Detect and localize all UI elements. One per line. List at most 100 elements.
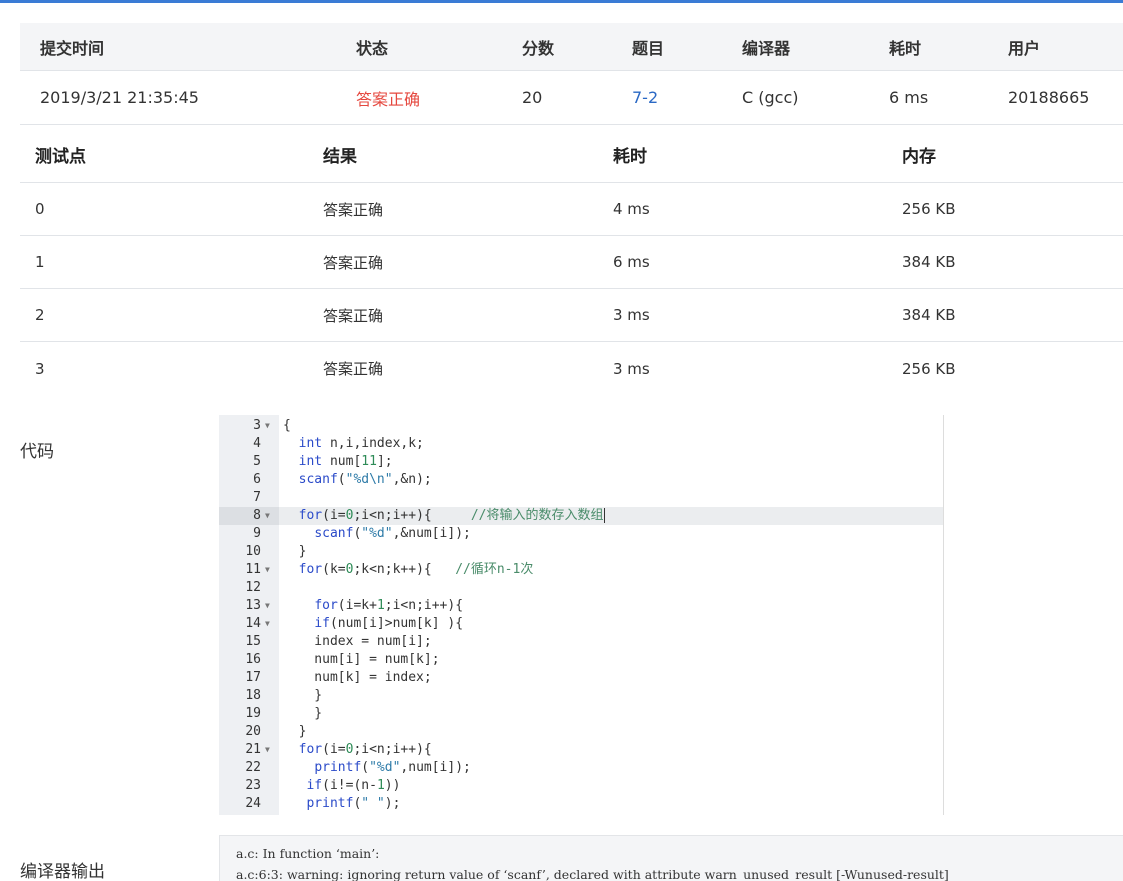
code-line[interactable]: 5 int num[11]; — [219, 453, 943, 471]
line-number: 7 — [253, 490, 261, 505]
code-text: { — [283, 418, 291, 433]
testcase-time: 3 ms — [613, 306, 650, 324]
code-label: 代码 — [20, 442, 54, 462]
code-text: if(i!=(n-1)) — [306, 778, 401, 793]
code-line[interactable]: 17 num[k] = index; — [219, 669, 943, 687]
submission-row: 2019/3/21 21:35:45 答案正确 20 7-2 C (gcc) 6… — [20, 71, 1123, 125]
code-text: scanf("%d\n",&n); — [298, 472, 432, 487]
testcase-memory: 384 KB — [902, 253, 956, 271]
code-line[interactable]: 16 num[i] = num[k]; — [219, 651, 943, 669]
compiler-value: C (gcc) — [742, 88, 799, 107]
fold-toggle-icon[interactable]: ▼ — [265, 741, 275, 759]
code-text: if(num[i]>num[k] ){ — [314, 616, 464, 631]
line-number: 17 — [245, 670, 261, 685]
submission-table: 提交时间 状态 分数 题目 编译器 耗时 用户 2019/3/21 21:35:… — [20, 23, 1123, 125]
code-line[interactable]: 15 index = num[i]; — [219, 633, 943, 651]
testcase-time: 6 ms — [613, 253, 650, 271]
code-text: } — [283, 724, 307, 739]
code-line[interactable]: 6 scanf("%d\n",&n); — [219, 471, 943, 489]
header-problem: 题目 — [632, 38, 665, 58]
header-submit-time: 提交时间 — [40, 38, 105, 58]
code-line[interactable]: 20 } — [219, 723, 943, 741]
line-number: 4 — [253, 436, 261, 451]
header-user: 用户 — [1008, 38, 1041, 58]
line-number: 22 — [245, 760, 261, 775]
code-line[interactable]: 7 — [219, 489, 943, 507]
code-line[interactable]: 3 ▼{ — [219, 417, 943, 435]
problem-link[interactable]: 7-2 — [632, 71, 658, 124]
text-cursor — [603, 508, 605, 523]
code-line[interactable]: 12 — [219, 579, 943, 597]
code-line[interactable]: 22 printf("%d",num[i]); — [219, 759, 943, 777]
code-text: index = num[i]; — [283, 634, 432, 649]
code-editor[interactable]: 3 ▼{4 int n,i,index,k; 5 int num[11]; 6 sca… — [219, 415, 944, 815]
code-line[interactable]: 4 int n,i,index,k; — [219, 435, 943, 453]
testcase-result: 答案正确 — [323, 200, 384, 219]
line-number: 20 — [245, 724, 261, 739]
code-text: scanf("%d",&num[i]); — [314, 526, 471, 541]
code-text: for(k=0;k<n;k++){ //循环n-1次 — [298, 562, 534, 577]
table-row: 0 答案正确 4 ms 256 KB — [20, 183, 1123, 236]
time-cost-value: 6 ms — [889, 88, 929, 107]
testcase-result: 答案正确 — [323, 306, 384, 325]
code-line[interactable]: 11 ▼ for(k=0;k<n;k++){ //循环n-1次 — [219, 561, 943, 579]
testcase-result: 答案正确 — [323, 253, 384, 272]
fold-toggle-icon[interactable]: ▼ — [265, 561, 275, 579]
code-line[interactable]: 19 } — [219, 705, 943, 723]
testcase-memory: 384 KB — [902, 306, 956, 324]
code-text: } — [283, 706, 323, 721]
header-time-cost: 耗时 — [889, 38, 922, 58]
testcase-id: 3 — [35, 359, 45, 378]
score-value: 20 — [522, 88, 543, 107]
code-line[interactable]: 18 } — [219, 687, 943, 705]
code-line[interactable]: 23 if(i!=(n-1)) — [219, 777, 943, 795]
fold-toggle-icon[interactable]: ▼ — [265, 417, 275, 435]
testcase-memory: 256 KB — [902, 200, 956, 218]
code-line[interactable]: 13 ▼ for(i=k+1;i<n;i++){ — [219, 597, 943, 615]
header-compiler: 编译器 — [742, 38, 791, 58]
code-text: for(i=k+1;i<n;i++){ — [314, 598, 464, 613]
table-row: 1 答案正确 6 ms 384 KB — [20, 236, 1123, 289]
code-text: for(i=0;i<n;i++){ — [298, 742, 432, 757]
top-accent-bar — [0, 0, 1123, 3]
line-number: 16 — [245, 652, 261, 667]
compiler-output-line: a.c: In function ‘main’: — [236, 846, 380, 861]
code-text: } — [283, 544, 307, 559]
header-result: 结果 — [323, 146, 357, 167]
line-number: 5 — [253, 454, 261, 469]
line-number: 18 — [245, 688, 261, 703]
compiler-output-label: 编译器输出 — [20, 862, 105, 881]
line-number: 9 — [253, 526, 261, 541]
code-text: } — [283, 688, 323, 703]
submission-table-header: 提交时间 状态 分数 题目 编译器 耗时 用户 — [20, 23, 1123, 71]
line-number: 24 — [245, 796, 261, 811]
code-line[interactable]: 8 ▼ for(i=0;i<n;i++){ //将输入的数存入数组 — [219, 507, 943, 525]
code-text: printf(" "); — [306, 796, 401, 811]
testcase-table: 测试点 结果 耗时 内存 0 答案正确 4 ms 256 KB 1 答案正确 6… — [20, 126, 1123, 395]
code-text: printf("%d",num[i]); — [314, 760, 471, 775]
testcase-time: 4 ms — [613, 200, 650, 218]
testcase-id: 2 — [35, 306, 45, 324]
code-line[interactable]: 21 ▼ for(i=0;i<n;i++){ — [219, 741, 943, 759]
code-text: num[i] = num[k]; — [283, 652, 440, 667]
line-number: 19 — [245, 706, 261, 721]
fold-toggle-icon[interactable]: ▼ — [265, 507, 275, 525]
header-score: 分数 — [522, 38, 555, 58]
code-line[interactable]: 10 } — [219, 543, 943, 561]
header-memory: 内存 — [902, 146, 936, 167]
code-line[interactable]: 14 ▼ if(num[i]>num[k] ){ — [219, 615, 943, 633]
header-testcase: 测试点 — [35, 146, 86, 167]
compiler-output-line: a.c:6:3: warning: ignoring return value … — [236, 867, 949, 881]
code-line[interactable]: 9 scanf("%d",&num[i]); — [219, 525, 943, 543]
fold-toggle-icon[interactable]: ▼ — [265, 615, 275, 633]
testcase-id: 0 — [35, 200, 45, 218]
fold-toggle-icon[interactable]: ▼ — [265, 597, 275, 615]
code-text: for(i=0;i<n;i++){ //将输入的数存入数组 — [298, 508, 605, 523]
user-value: 20188665 — [1008, 88, 1090, 107]
line-number: 10 — [245, 544, 261, 559]
table-row: 2 答案正确 3 ms 384 KB — [20, 289, 1123, 342]
line-number: 6 — [253, 472, 261, 487]
code-text: int n,i,index,k; — [298, 436, 424, 451]
code-line[interactable]: 24 printf(" "); — [219, 795, 943, 813]
submit-time: 2019/3/21 21:35:45 — [40, 88, 199, 107]
